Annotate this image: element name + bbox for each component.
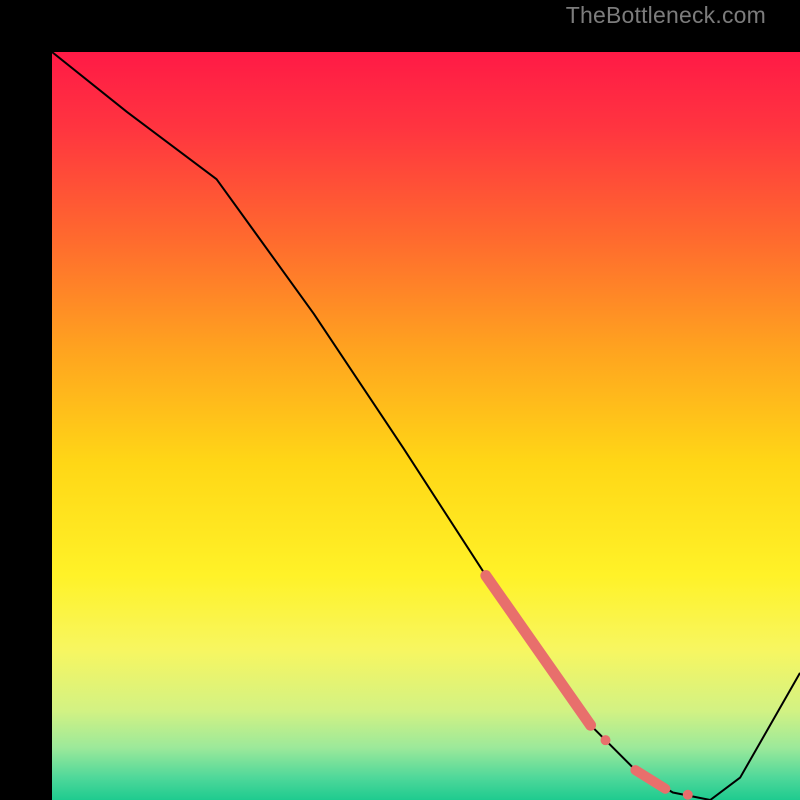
chart-frame bbox=[0, 0, 800, 800]
chart-background bbox=[52, 52, 800, 800]
chart-plot-area bbox=[52, 52, 800, 800]
highlight-dot-1 bbox=[601, 735, 611, 745]
chart-svg bbox=[52, 52, 800, 800]
highlight-dot-2 bbox=[683, 790, 693, 800]
